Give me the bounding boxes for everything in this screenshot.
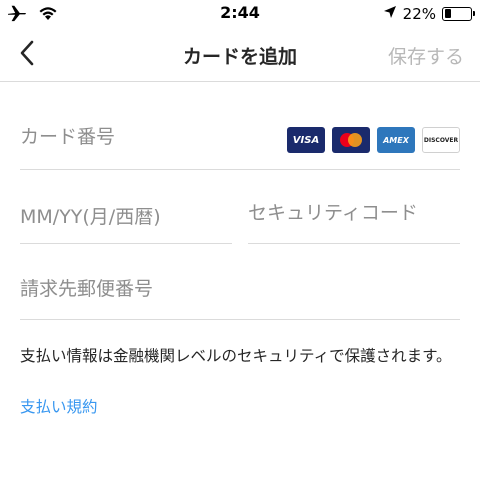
expiry-input[interactable] (20, 206, 232, 228)
card-number-input[interactable] (20, 126, 270, 148)
security-info-text: 支払い情報は金融機関レベルのセキュリティで保護されます。 (20, 347, 452, 365)
postal-code-row (20, 264, 460, 320)
nav-bar: カードを追加 保存する (0, 28, 480, 82)
mastercard-logo-icon (332, 127, 370, 153)
battery-fill (444, 9, 451, 18)
battery-icon (442, 6, 475, 21)
save-button[interactable]: 保存する (388, 42, 464, 69)
visa-logo-icon: VISA (287, 127, 325, 153)
payment-terms-link[interactable]: 支払い規約 (20, 395, 98, 417)
battery-percent: 22% (402, 4, 436, 23)
status-bar-right: 22% (383, 4, 475, 23)
card-number-row: VISA AMEX DISCOVER (20, 112, 460, 170)
security-code-row (248, 190, 460, 244)
expiry-row (20, 190, 232, 244)
status-bar: 2:44 22% (0, 0, 480, 28)
security-code-input[interactable] (248, 202, 460, 224)
amex-logo-icon: AMEX (377, 127, 415, 153)
discover-logo-icon: DISCOVER (422, 127, 460, 153)
location-arrow-icon (383, 4, 397, 23)
postal-code-input[interactable] (20, 278, 460, 300)
card-brand-logos: VISA AMEX DISCOVER (287, 127, 460, 153)
